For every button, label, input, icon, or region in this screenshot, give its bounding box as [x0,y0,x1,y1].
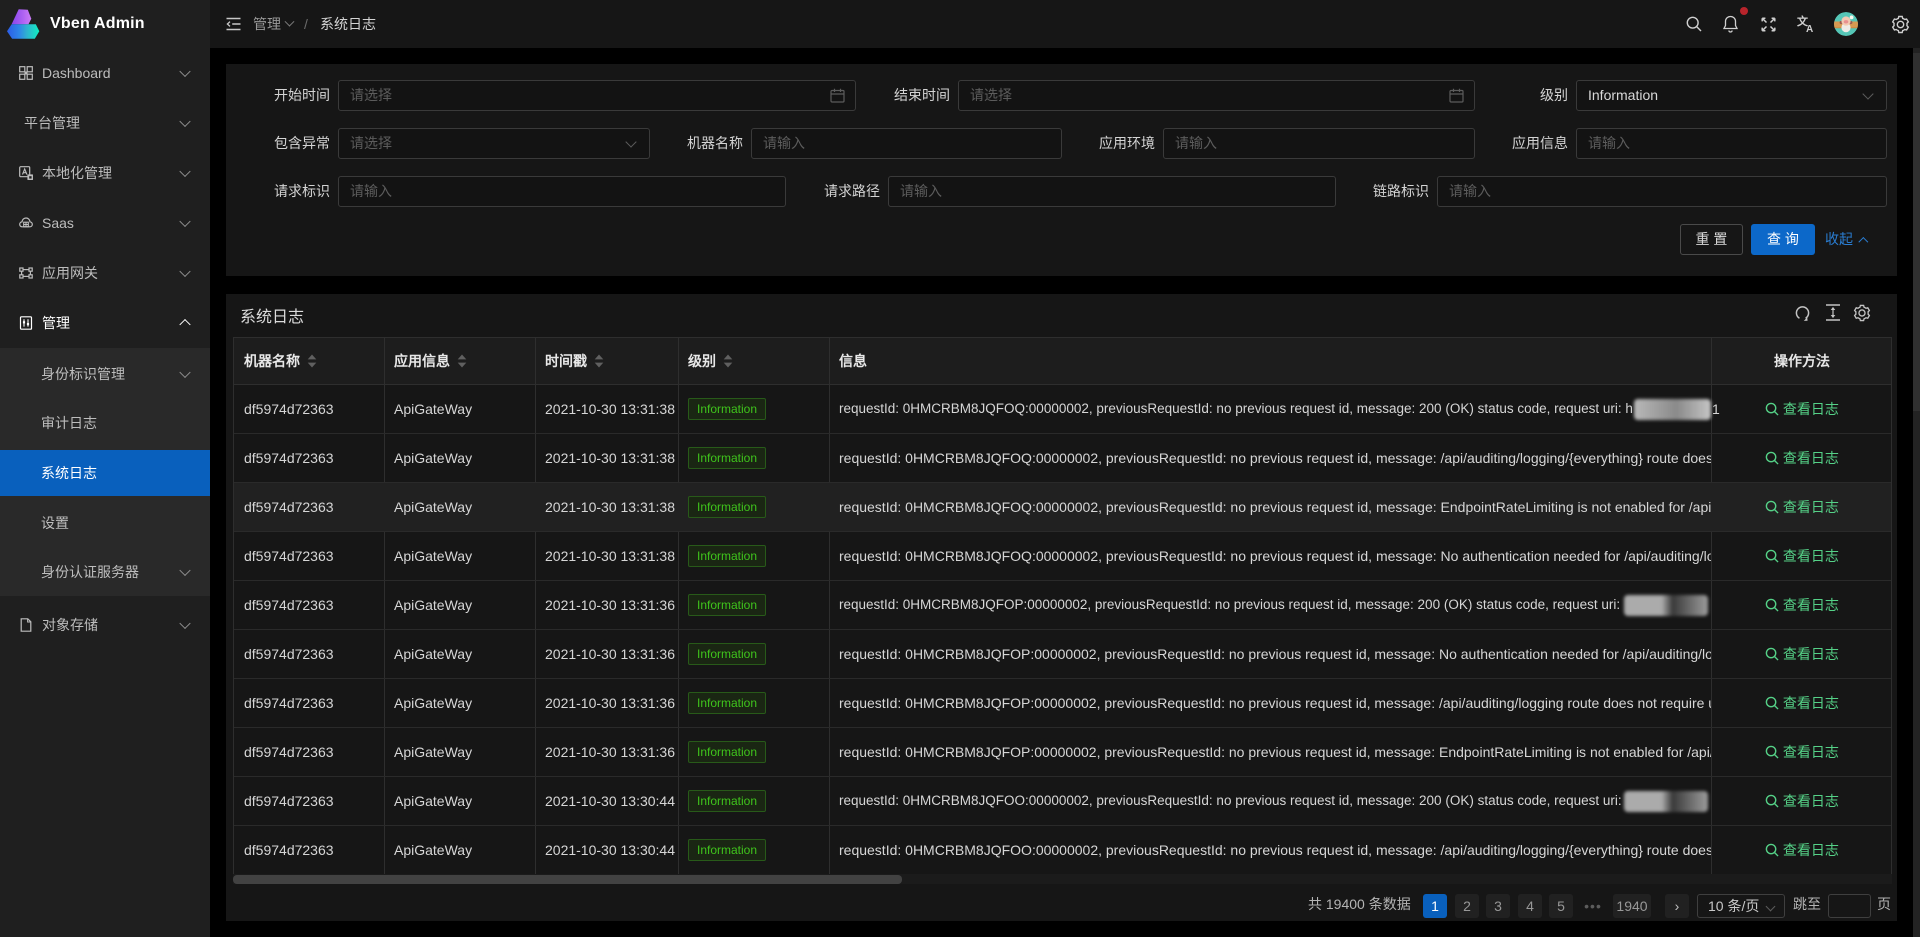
svg-text:A: A [1806,24,1813,33]
